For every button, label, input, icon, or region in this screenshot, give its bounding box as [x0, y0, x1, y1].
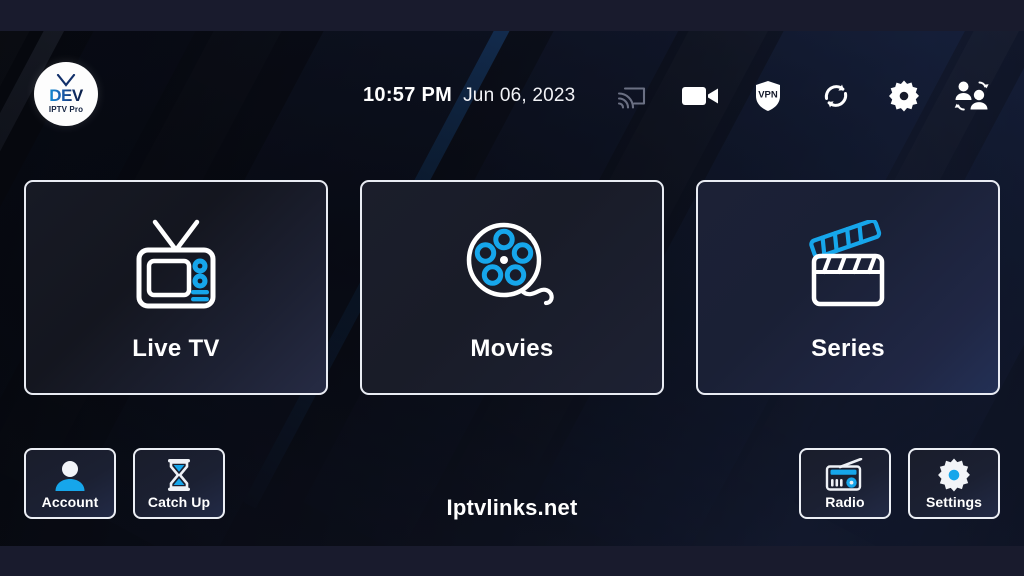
letterbox-band-top — [0, 0, 1024, 31]
card-movies[interactable]: Movies — [360, 180, 664, 395]
card-series[interactable]: Series — [696, 180, 1000, 395]
cast-icon — [617, 87, 646, 109]
user-icon — [53, 458, 87, 492]
svg-text:VPN: VPN — [758, 90, 778, 101]
current-time: 10:57 PM — [363, 84, 453, 106]
main-menu-cards: Live TV Movies Series — [24, 180, 1000, 395]
vpn-shield-icon: VPN — [756, 81, 780, 111]
header-toolbar: VPN — [598, 72, 1006, 120]
footer-site-text: Iptvlinks.net — [446, 495, 578, 520]
switch-user-icon — [954, 81, 989, 111]
vpn-button[interactable]: VPN — [734, 72, 802, 120]
logo-brand-text: DEV — [44, 87, 88, 104]
hourglass-icon — [165, 458, 193, 492]
tv-antenna-logo-icon: DEV — [44, 74, 88, 104]
video-button[interactable] — [666, 72, 734, 120]
gear-icon — [937, 458, 971, 492]
settings-button[interactable] — [870, 72, 938, 120]
letterbox-band-bottom — [0, 546, 1024, 576]
video-camera-icon — [682, 87, 718, 105]
current-date: Jun 06, 2023 — [463, 85, 576, 106]
refresh-icon — [824, 84, 848, 108]
card-label-series: Series — [811, 334, 885, 362]
film-reel-icon — [462, 213, 562, 319]
app-logo[interactable]: DEV IPTV Pro — [34, 62, 98, 126]
television-icon — [130, 213, 222, 319]
clapperboard-icon — [797, 213, 899, 319]
card-label-live-tv: Live TV — [132, 334, 220, 362]
gear-icon — [889, 80, 919, 112]
card-live-tv[interactable]: Live TV — [24, 180, 328, 395]
clock-display: 10:57 PM Jun 06, 2023 — [363, 84, 575, 107]
iptv-home-screen: DEV IPTV Pro 10:57 PM Jun 06, 2023 VPN L… — [0, 0, 1024, 576]
cast-button[interactable] — [598, 72, 666, 120]
switch-user-button[interactable] — [938, 72, 1006, 120]
card-label-movies: Movies — [470, 334, 554, 362]
refresh-button[interactable] — [802, 72, 870, 120]
logo-tagline: IPTV Pro — [48, 105, 84, 114]
radio-icon — [824, 457, 866, 492]
